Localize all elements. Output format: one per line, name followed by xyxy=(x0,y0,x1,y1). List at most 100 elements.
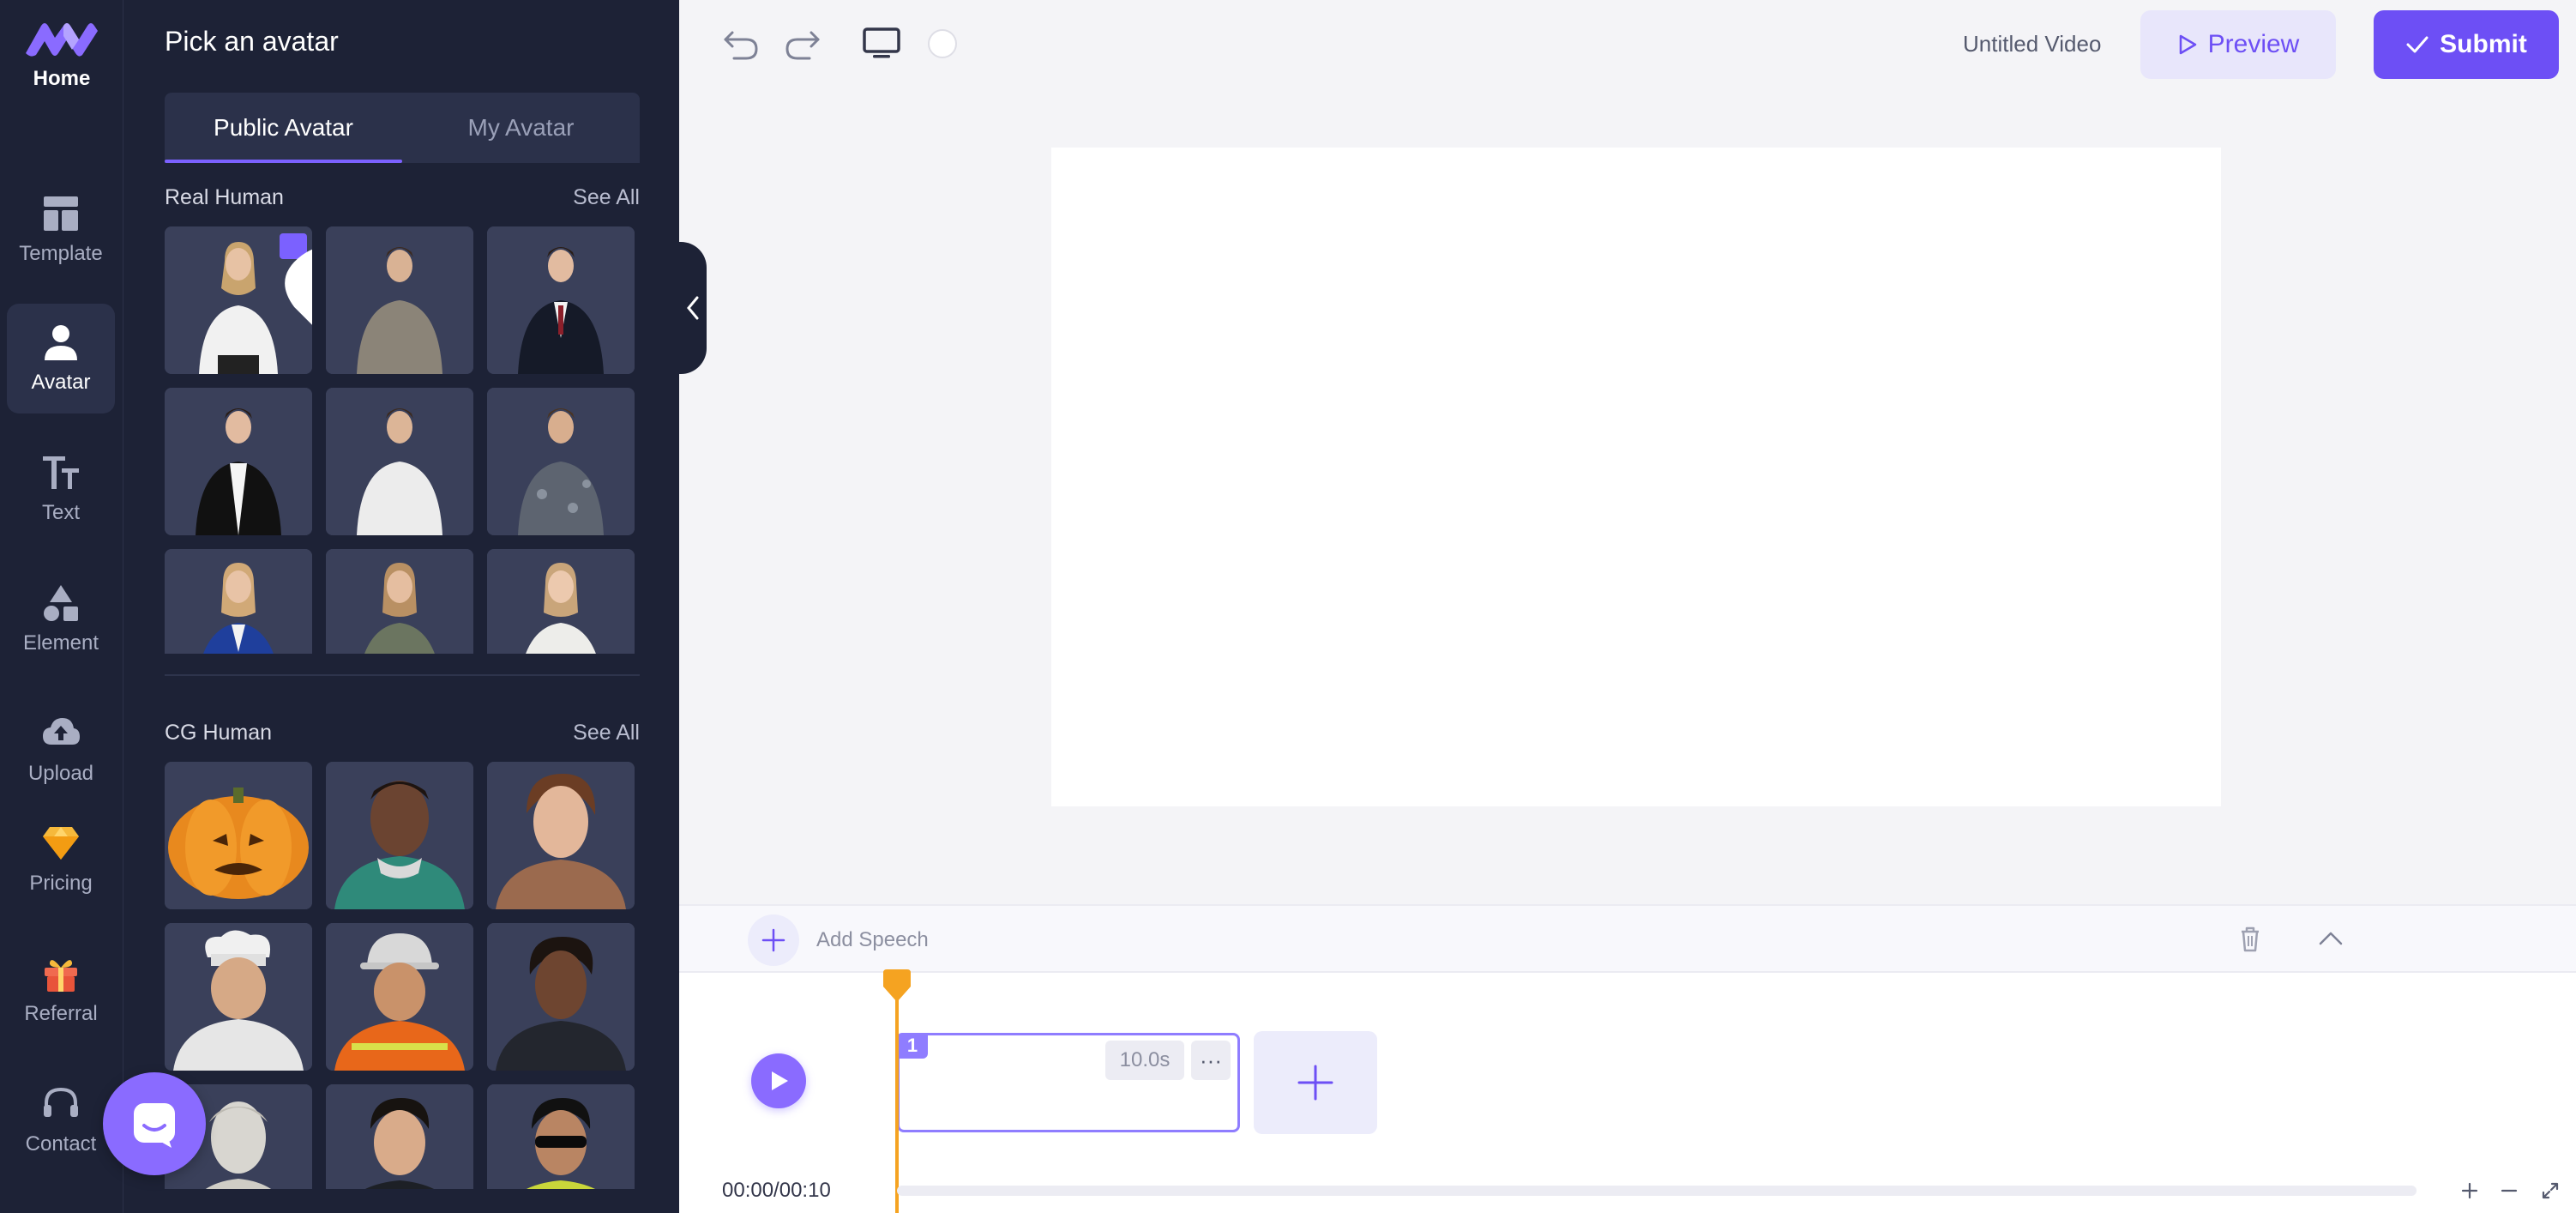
play-icon xyxy=(772,1071,788,1090)
home-link[interactable]: Home xyxy=(0,19,123,96)
scene-more-button[interactable]: ··· xyxy=(1191,1041,1231,1080)
chevron-up-icon[interactable] xyxy=(2315,923,2346,954)
time-readout: 00:00/00:10 xyxy=(722,1179,831,1202)
avatar-thumbnail[interactable] xyxy=(165,762,312,909)
avatar-portrait-icon xyxy=(487,1084,635,1189)
construction-worker-icon xyxy=(326,923,473,1071)
text-icon xyxy=(43,456,79,489)
chat-launcher-button[interactable] xyxy=(103,1072,206,1175)
video-canvas[interactable] xyxy=(1051,148,2221,806)
avatar-thumbnail[interactable] xyxy=(487,388,635,535)
avatar-thumbnail[interactable] xyxy=(326,762,473,909)
rail-item-label: Template xyxy=(19,242,103,265)
section-header-real-human: Real Human See All xyxy=(165,185,640,210)
scene-number-badge: 1 xyxy=(897,1033,928,1059)
speech-bar: Add Speech xyxy=(679,904,2576,973)
section-title: CG Human xyxy=(165,721,273,745)
rail-item-pricing[interactable]: Pricing xyxy=(7,805,115,914)
plus-icon xyxy=(1297,1065,1333,1101)
timeline-scrubber[interactable] xyxy=(897,1186,2417,1196)
avatar-thumbnail[interactable] xyxy=(487,549,635,654)
avatar-portrait-icon xyxy=(487,923,635,1071)
avatar-thumbnail[interactable] xyxy=(326,1084,473,1189)
avatar-portrait-icon xyxy=(326,226,473,374)
avatar-thumbnail[interactable] xyxy=(165,923,312,1071)
scene-clip[interactable]: 1 10.0s ··· xyxy=(897,1033,1240,1132)
avatar-thumbnail[interactable] xyxy=(487,226,635,374)
section-title: Real Human xyxy=(165,185,284,209)
collapse-panel-button[interactable] xyxy=(679,242,707,374)
section-divider xyxy=(165,674,640,676)
cg-human-grid xyxy=(165,762,640,1189)
person-icon xyxy=(45,325,77,360)
background-color-swatch[interactable] xyxy=(928,29,957,58)
check-icon xyxy=(2406,36,2429,53)
see-all-link[interactable]: See All xyxy=(573,721,640,745)
add-scene-button[interactable] xyxy=(1254,1031,1377,1134)
add-speech-button[interactable] xyxy=(748,914,799,966)
avatar-portrait-icon xyxy=(487,762,635,909)
timeline: 1 10.0s ··· 00:00/00:10 xyxy=(679,969,2576,1213)
avatar-thumbnail[interactable] xyxy=(165,388,312,535)
rail-item-label: Upload xyxy=(27,762,94,785)
see-all-link[interactable]: See All xyxy=(573,185,640,210)
cg-human-scroll[interactable] xyxy=(165,762,640,1189)
avatar-tabs: Public Avatar My Avatar xyxy=(165,93,640,163)
rail-item-avatar[interactable]: Avatar xyxy=(7,304,115,413)
play-button[interactable] xyxy=(751,1053,806,1108)
headset-icon xyxy=(44,1087,78,1117)
zoom-out-icon[interactable] xyxy=(2495,1177,2523,1204)
avatar-thumbnail[interactable] xyxy=(326,549,473,654)
avatar-portrait-icon xyxy=(165,388,312,535)
undo-icon[interactable] xyxy=(720,22,761,63)
rail-item-label: Contact xyxy=(25,1132,97,1156)
submit-button[interactable]: Submit xyxy=(2374,10,2559,79)
zoom-in-icon[interactable] xyxy=(2456,1177,2483,1204)
add-speech-label[interactable]: Add Speech xyxy=(816,928,929,952)
document-title[interactable]: Untitled Video xyxy=(1963,31,2101,57)
avatar-portrait-icon xyxy=(326,762,473,909)
trash-icon[interactable] xyxy=(2235,923,2266,954)
heart-icon[interactable] xyxy=(280,233,312,325)
tab-public-avatar[interactable]: Public Avatar xyxy=(165,93,402,163)
avatar-thumbnail[interactable] xyxy=(487,762,635,909)
cloud-upload-icon xyxy=(43,718,80,745)
real-human-scroll[interactable] xyxy=(165,226,640,654)
avatar-thumbnail[interactable] xyxy=(326,923,473,1071)
chevron-left-icon xyxy=(687,296,699,320)
diamond-icon xyxy=(43,827,79,860)
monitor-icon[interactable] xyxy=(861,22,902,63)
rail-item-referral[interactable]: Referral xyxy=(7,935,115,1045)
real-human-grid xyxy=(165,226,640,654)
rail-item-label: Element xyxy=(22,631,99,655)
avatar-thumbnail[interactable] xyxy=(326,388,473,535)
rail-item-text[interactable]: Text xyxy=(7,434,115,544)
rail-item-contact[interactable]: Contact xyxy=(7,1065,115,1175)
scene-duration[interactable]: 10.0s xyxy=(1105,1041,1184,1080)
avatar-portrait-icon xyxy=(326,388,473,535)
playhead-handle-icon[interactable] xyxy=(880,968,914,1004)
rail-item-element[interactable]: Element xyxy=(7,564,115,674)
chef-avatar-icon xyxy=(165,923,312,1071)
plus-icon xyxy=(761,928,785,952)
avatar-thumbnail[interactable] xyxy=(326,226,473,374)
rail-item-label: Text xyxy=(41,501,80,524)
preview-button[interactable]: Preview xyxy=(2140,10,2336,79)
rail-item-upload[interactable]: Upload xyxy=(7,695,115,805)
playhead[interactable] xyxy=(895,973,899,1213)
tab-my-avatar[interactable]: My Avatar xyxy=(402,93,640,163)
avatar-portrait-icon xyxy=(326,549,473,654)
chat-icon xyxy=(134,1103,175,1148)
avatar-thumbnail[interactable] xyxy=(165,549,312,654)
avatar-thumbnail[interactable] xyxy=(487,923,635,1071)
section-header-cg-human: CG Human See All xyxy=(165,721,640,745)
avatar-thumbnail[interactable] xyxy=(487,1084,635,1189)
avatar-thumbnail[interactable] xyxy=(165,226,312,374)
rail-item-template[interactable]: Template xyxy=(7,175,115,285)
redo-icon[interactable] xyxy=(782,22,823,63)
editor-toolbar: Untitled Video Preview Submit xyxy=(679,0,2576,89)
fit-timeline-icon[interactable] xyxy=(2537,1177,2564,1204)
rail-item-label: Pricing xyxy=(29,872,93,895)
avatar-panel: Pick an avatar Public Avatar My Avatar R… xyxy=(123,0,679,1213)
rail-item-label: Referral xyxy=(24,1002,98,1025)
